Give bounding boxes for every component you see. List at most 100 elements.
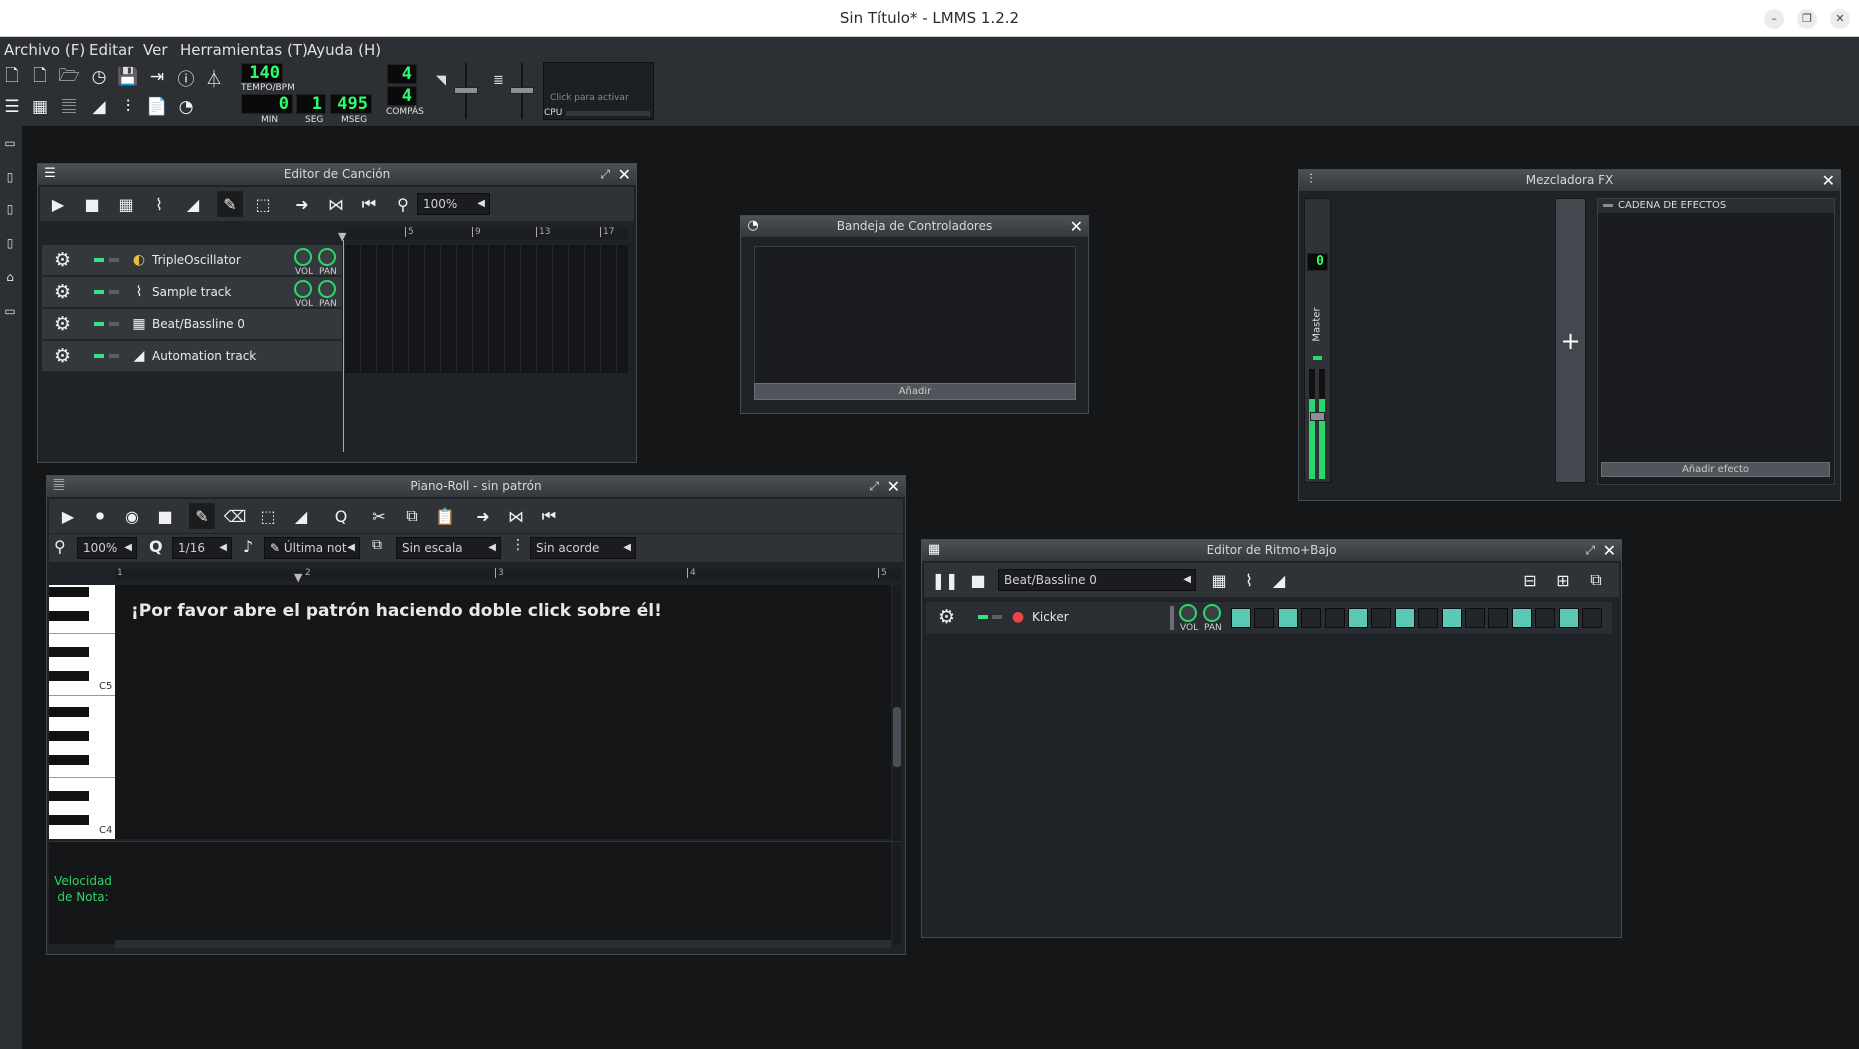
gear-icon[interactable]: ⚙ [938,607,955,627]
record-while-playing-button[interactable]: ◉ [119,503,145,529]
black-key[interactable] [49,647,89,657]
step-button[interactable] [1371,608,1392,628]
step-button[interactable] [1511,608,1532,628]
instrument-plugins-icon[interactable]: ▭ [2,136,18,152]
chord-select[interactable]: Sin acorde ◀ [530,537,636,559]
black-key[interactable] [49,731,89,741]
black-key[interactable] [49,707,89,717]
time-signature-denominator[interactable]: 4 [387,86,417,106]
cpu-meter[interactable]: Click para activar CPU [543,62,654,120]
menu-herramientas[interactable]: Herramientas (T) [180,41,308,59]
gear-icon[interactable]: ⚙ [54,282,71,302]
track-name[interactable]: TripleOscillator [152,253,241,267]
scrollbar-thumb[interactable] [893,707,901,767]
black-key[interactable] [49,671,89,681]
song-editor-icon[interactable]: ☰ [0,94,24,120]
stop-behaviour-button[interactable]: ⏮ [356,191,382,217]
step-button[interactable] [1277,608,1298,628]
timeline-ruler[interactable]: 1 2 3 4 5 ▼ [115,568,901,584]
draw-mode-button[interactable]: ✎ [189,503,215,529]
loop-points-button[interactable]: ⋈ [503,503,529,529]
piano-keyboard[interactable]: C5 C4 [49,585,115,839]
menu-ver[interactable]: Ver [143,41,168,59]
pause-button[interactable]: ❚❚ [932,567,959,593]
controller-rack-icon[interactable]: ◔ [174,94,198,120]
track-row[interactable]: ⚙ ◐ TripleOscillator VOL PAN [42,245,342,277]
step-button[interactable] [1441,608,1462,628]
open-folder-icon[interactable]: 🗁 [57,64,81,90]
add-beat-track-button[interactable]: ▦ [113,191,139,217]
cut-icon[interactable]: ✂ [366,503,392,529]
volume-knob[interactable] [294,280,312,298]
controller-rack-titlebar[interactable]: ◔ Bandeja de Controladores ✕ [741,216,1088,237]
home-folder-icon[interactable]: ⌂ [2,270,18,286]
mute-led[interactable] [94,354,104,358]
recent-projects-icon[interactable]: ◷ [87,64,111,90]
vertical-scrollbar[interactable] [893,585,901,945]
my-presets-icon[interactable]: ▯ [2,236,18,252]
timeline-ruler[interactable]: 5 9 13 17 ▼ [338,227,628,243]
stop-button[interactable]: ■ [152,503,178,529]
black-key[interactable] [49,611,89,621]
zoom-select[interactable]: 100% ◀ [77,537,137,559]
auto-scroll-button[interactable]: ➜ [470,503,496,529]
new-file-icon[interactable]: 🗋 [0,64,24,90]
close-icon[interactable]: ✕ [1070,216,1083,237]
solo-led[interactable] [109,258,119,262]
add-sample-track-button[interactable]: ⌇ [146,191,172,217]
solo-led[interactable] [109,322,119,326]
stop-behaviour-button[interactable]: ⏮ [536,503,562,529]
horizontal-scrollbar[interactable] [115,940,891,948]
stop-button[interactable]: ■ [79,191,105,217]
step-button[interactable] [1348,608,1368,628]
black-key[interactable] [49,791,89,801]
track-row[interactable]: ⚙ ⌇ Sample track VOL PAN [42,277,342,309]
maximize-icon[interactable]: ⤢ [600,164,610,185]
black-key[interactable] [49,755,89,765]
step-button[interactable] [1301,608,1322,628]
restore-button[interactable]: ❐ [1797,9,1817,29]
track-name[interactable]: Beat/Bassline 0 [152,317,245,331]
master-channel-strip[interactable]: 0 Master [1304,198,1331,483]
my-samples-icon[interactable]: ▯ [2,202,18,218]
record-button[interactable]: ⏺ [87,503,113,529]
close-window-button[interactable]: ✕ [1830,9,1850,29]
save-icon[interactable]: 💾 [116,64,140,90]
black-key[interactable] [49,587,89,597]
pattern-select[interactable]: Beat/Bassline 0 ◀ [998,569,1196,591]
step-button[interactable] [1394,608,1415,628]
quantize-select[interactable]: 1/16 ◀ [172,537,232,559]
beat-editor-titlebar[interactable]: ▦ Editor de Ritmo+Bajo ⤢ ✕ [922,540,1621,561]
close-icon[interactable]: ✕ [1603,540,1616,561]
draw-mode-button[interactable]: ✎ [217,191,243,217]
solo-led[interactable] [109,354,119,358]
menu-editar[interactable]: Editar [89,41,133,59]
black-key[interactable] [49,815,89,825]
step-button[interactable] [1254,608,1275,628]
menu-archivo[interactable]: Archivo (F) [4,41,85,59]
project-notes-icon[interactable]: 📄 [145,94,169,120]
paste-icon[interactable]: 📋 [432,503,458,529]
my-projects-icon[interactable]: ▯ [2,170,18,186]
piano-roll-icon[interactable]: 𝄚 [57,94,81,120]
playhead-icon[interactable]: ▼ [294,571,302,584]
computer-icon[interactable]: ▭ [2,304,18,320]
loop-points-button[interactable]: ⋈ [323,191,349,217]
track-name[interactable]: Sample track [152,285,231,299]
zoom-select[interactable]: 100% ◀ [417,193,490,215]
play-button[interactable]: ▶ [45,191,71,217]
effects-chain-toggle[interactable] [1603,204,1613,207]
select-mode-button[interactable]: ⬚ [250,191,276,217]
add-effect-button[interactable]: Añadir efecto [1601,462,1830,477]
add-channel-button[interactable]: + [1555,198,1586,483]
volume-knob[interactable] [294,248,312,266]
minimize-button[interactable]: – [1764,9,1784,29]
gear-icon[interactable]: ⚙ [54,250,71,270]
mute-led[interactable] [94,258,104,262]
track-name[interactable]: Kicker [1032,610,1069,624]
menu-ayuda[interactable]: Ayuda (H) [307,41,381,59]
step-button[interactable] [1418,608,1439,628]
tempo-display[interactable]: 140 [241,63,283,83]
pan-knob[interactable] [318,280,336,298]
scale-select[interactable]: Sin escala ◀ [396,537,501,559]
